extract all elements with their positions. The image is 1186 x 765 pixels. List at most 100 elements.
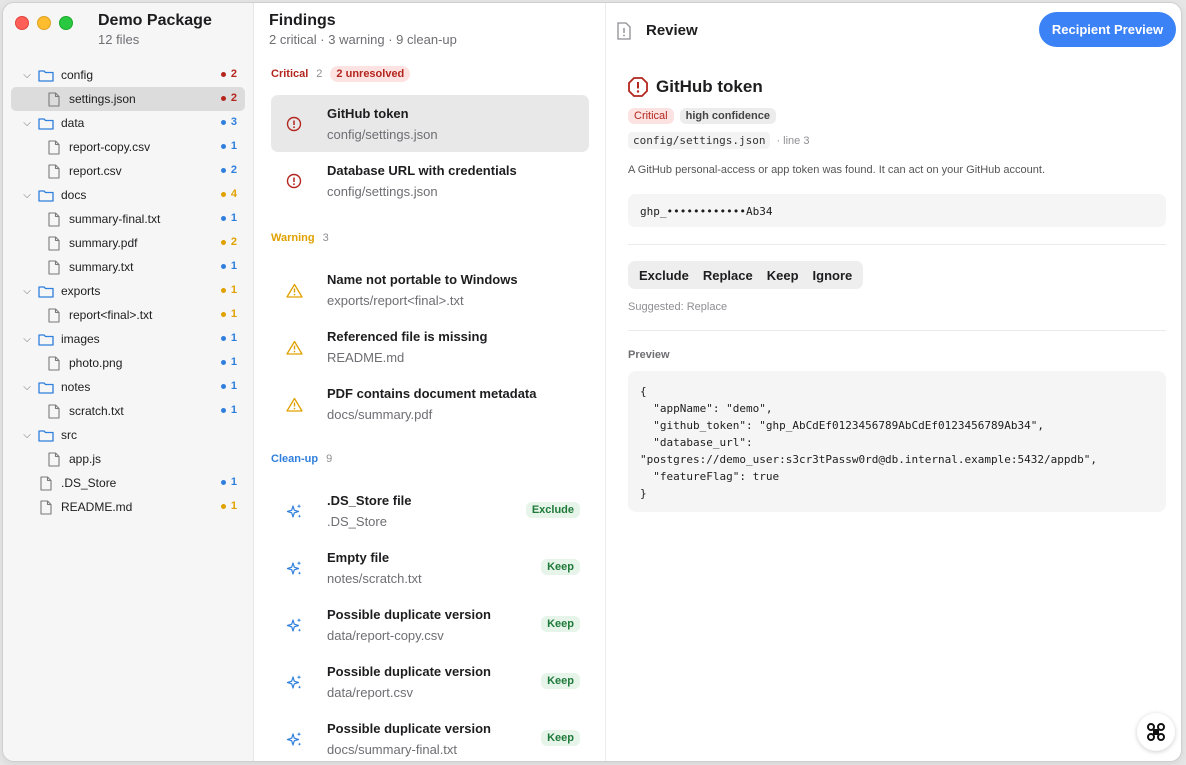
chevron-down-icon[interactable]: ⌵ (19, 190, 35, 201)
tree-item-label: config (61, 68, 94, 82)
tree-folder[interactable]: ⌵ images 1 (11, 327, 245, 351)
issue-count-value: 4 (230, 188, 237, 200)
file-icon (43, 403, 65, 419)
warning-triangle-icon (284, 280, 304, 300)
tree-folder[interactable]: ⌵ data 3 (11, 111, 245, 135)
tree-file[interactable]: summary-final.txt 1 (11, 207, 245, 231)
action-exclude-button[interactable]: Exclude (632, 268, 696, 283)
finding-item[interactable]: Referenced file is missing README.md (271, 318, 589, 375)
close-window-button[interactable] (15, 16, 29, 30)
file-tree: ⌵ config 2 settings.json 2 ⌵ data 3 report-copy.… (11, 63, 245, 519)
severity-dot (220, 359, 226, 365)
chevron-down-icon[interactable]: ⌵ (19, 118, 35, 129)
severity-dot (220, 503, 226, 509)
tree-file[interactable]: scratch.txt 1 (11, 399, 245, 423)
finding-item-title: Possible duplicate version (327, 721, 491, 736)
tree-file[interactable]: app.js (11, 447, 245, 471)
file-icon (35, 499, 57, 515)
action-keep-button[interactable]: Keep (760, 268, 806, 283)
tree-folder[interactable]: ⌵ config 2 (11, 63, 245, 87)
minimize-window-button[interactable] (37, 16, 51, 30)
issue-count-value: 1 (230, 500, 237, 512)
finding-item[interactable]: Possible duplicate version data/report.cs… (271, 653, 589, 710)
section-header-warning: Warning 3 (271, 232, 329, 244)
assistant-icon (1147, 723, 1165, 741)
issue-count-value: 1 (230, 356, 237, 368)
issue-count-value: 1 (230, 380, 237, 392)
tree-item-label: docs (61, 188, 87, 202)
suggested-action: Suggested: Replace (628, 301, 728, 313)
tree-file[interactable]: report<final>.txt 1 (11, 303, 245, 327)
issue-count-value: 3 (230, 116, 237, 128)
issue-count: 1 (220, 476, 237, 488)
tree-item-label: summary.pdf (69, 236, 138, 250)
warning-triangle-icon (284, 394, 304, 414)
chevron-down-icon[interactable]: ⌵ (19, 430, 35, 441)
finding-item[interactable]: .DS_Store file .DS_Store Exclude (271, 482, 589, 539)
review-panel: Review Recipient Preview GitHub token Cr… (606, 3, 1181, 761)
tree-folder[interactable]: ⌵ notes 1 (11, 375, 245, 399)
divider (628, 244, 1166, 245)
severity-dot (220, 239, 226, 245)
file-icon (43, 307, 65, 323)
file-icon (43, 259, 65, 275)
recipient-preview-button[interactable]: Recipient Preview (1039, 12, 1176, 47)
issue-count: 1 (220, 404, 237, 416)
document-alert-icon (616, 22, 632, 45)
masked-secret: ghp_••••••••••••Ab34 (628, 194, 1166, 227)
severity-dot (220, 71, 226, 77)
chevron-down-icon[interactable]: ⌵ (19, 286, 35, 297)
file-icon (35, 475, 57, 491)
tree-item-label: notes (61, 380, 91, 394)
tree-item-label: .DS_Store (61, 476, 117, 490)
issue-count: 2 (220, 68, 237, 80)
divider (628, 330, 1166, 331)
review-title: Review (646, 22, 698, 39)
tree-file[interactable]: summary.txt 1 (11, 255, 245, 279)
issue-count-value: 1 (230, 332, 237, 344)
tree-folder[interactable]: ⌵ docs 4 (11, 183, 245, 207)
finding-item[interactable]: Name not portable to Windows exports/repo… (271, 261, 589, 318)
tree-file[interactable]: settings.json 2 (11, 87, 245, 111)
zoom-window-button[interactable] (59, 16, 73, 30)
sparkles-icon (284, 558, 304, 578)
tree-item-label: report<final>.txt (69, 308, 153, 322)
severity-dot (220, 167, 226, 173)
tree-folder[interactable]: ⌵ exports 1 (11, 279, 245, 303)
tree-file[interactable]: summary.pdf 2 (11, 231, 245, 255)
action-badge: Keep (541, 673, 580, 689)
tree-folder[interactable]: ⌵ src (11, 423, 245, 447)
issue-count-value: 2 (230, 164, 237, 176)
tree-item-label: report-copy.csv (69, 140, 151, 154)
finding-item[interactable]: Possible duplicate version data/report-co… (271, 596, 589, 653)
issue-count-value: 2 (230, 68, 237, 80)
action-replace-button[interactable]: Replace (696, 268, 760, 283)
folder-icon (35, 117, 57, 130)
chevron-down-icon[interactable]: ⌵ (19, 382, 35, 393)
tree-item-label: README.md (61, 500, 133, 514)
finding-item[interactable]: Possible duplicate version docs/summary-f… (271, 710, 589, 761)
location-file[interactable]: config/settings.json (628, 132, 771, 149)
tree-file[interactable]: report-copy.csv 1 (11, 135, 245, 159)
ai-assistant-button[interactable] (1137, 713, 1175, 751)
file-icon (43, 139, 65, 155)
finding-item[interactable]: PDF contains document metadata docs/summa… (271, 375, 589, 432)
severity-dot (220, 335, 226, 341)
chevron-down-icon[interactable]: ⌵ (19, 70, 35, 81)
chevron-down-icon[interactable]: ⌵ (19, 334, 35, 345)
sparkles-icon (284, 729, 304, 749)
finding-item[interactable]: Database URL with credentials config/sett… (271, 152, 589, 209)
tree-item-label: data (61, 116, 85, 130)
tree-file[interactable]: photo.png 1 (11, 351, 245, 375)
tree-file[interactable]: .DS_Store 1 (11, 471, 245, 495)
section-header-cleanup: Clean-up 9 (271, 453, 332, 465)
sparkles-icon (284, 672, 304, 692)
issue-count: 1 (220, 332, 237, 344)
finding-item[interactable]: Empty file notes/scratch.txt Keep (271, 539, 589, 596)
finding-item-title: Possible duplicate version (327, 607, 491, 622)
finding-item[interactable]: GitHub token config/settings.json (271, 95, 589, 152)
finding-description: A GitHub personal-access or app token wa… (628, 164, 1046, 176)
action-ignore-button[interactable]: Ignore (806, 268, 860, 283)
tree-file[interactable]: README.md 1 (11, 495, 245, 519)
tree-file[interactable]: report.csv 2 (11, 159, 245, 183)
